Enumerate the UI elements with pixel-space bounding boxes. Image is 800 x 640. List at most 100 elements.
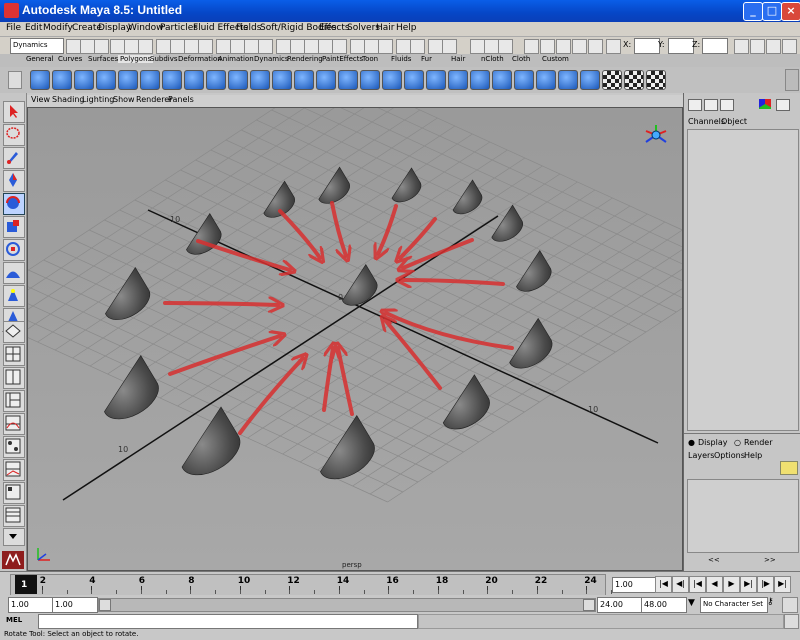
go-to-end-button[interactable]: ▶| — [774, 576, 791, 593]
attribute-editor-icon[interactable] — [470, 39, 485, 54]
select-tool-icon[interactable] — [3, 101, 25, 123]
select-by-name-icon[interactable] — [378, 39, 393, 54]
minimize-button[interactable]: _ — [743, 2, 763, 21]
poly-cone-icon[interactable] — [96, 70, 116, 90]
magnet-icon[interactable] — [410, 39, 425, 54]
snap-grid-icon[interactable] — [216, 39, 231, 54]
bevel-icon[interactable] — [338, 70, 358, 90]
mask-curve-icon[interactable] — [184, 39, 199, 54]
construction-history-icon[interactable] — [396, 39, 411, 54]
layer-nav-prev[interactable]: << — [708, 556, 720, 564]
manipulator-tool-icon[interactable] — [3, 239, 25, 261]
render-radio-dot[interactable]: ○ — [734, 438, 741, 447]
end-time-field[interactable]: 48.00 — [641, 597, 687, 613]
play-backwards-button[interactable]: ◀ — [706, 576, 723, 593]
render-settings-icon[interactable] — [332, 39, 347, 54]
constraint-icon[interactable] — [442, 39, 457, 54]
poly-prism-icon[interactable] — [162, 70, 182, 90]
menu-file[interactable]: File — [6, 23, 21, 33]
poke-icon[interactable] — [514, 70, 534, 90]
uv-cylindrical-icon[interactable] — [580, 70, 600, 90]
panel-menu-lighting[interactable]: Lighting — [82, 95, 114, 104]
mirror-icon[interactable] — [536, 70, 556, 90]
render-frame-icon[interactable] — [524, 39, 539, 54]
start-time-field[interactable]: 1.00 — [8, 597, 54, 613]
shelf-tab-fur[interactable]: Fur — [421, 55, 432, 63]
bridge-icon[interactable] — [382, 70, 402, 90]
select-component-icon[interactable] — [138, 39, 153, 54]
split-icon[interactable] — [426, 70, 446, 90]
poly-pipe-icon[interactable] — [184, 70, 204, 90]
panel-list-icon[interactable] — [776, 99, 790, 111]
poly-cube-icon[interactable] — [52, 70, 72, 90]
insert-loop-icon[interactable] — [448, 70, 468, 90]
range-end-handle[interactable] — [583, 599, 595, 611]
show-channel-icon[interactable] — [766, 39, 781, 54]
time-slider-track[interactable]: 2 4 6 8 10 12 14 16 18 20 22 24 1 — [10, 574, 612, 596]
color-wheel-icon[interactable] — [759, 99, 771, 109]
rename-icon[interactable] — [364, 39, 379, 54]
current-frame-marker[interactable]: 1 — [15, 575, 37, 594]
select-hierarchy-icon[interactable] — [110, 39, 125, 54]
shelf-menu-icon[interactable] — [8, 71, 22, 89]
help-menu[interactable]: Help — [744, 451, 762, 460]
shelf-tab-toon[interactable]: Toon — [362, 55, 378, 63]
current-time-field[interactable]: 1.00 — [612, 577, 656, 593]
layout-outliner-icon[interactable] — [3, 390, 25, 412]
dynamics-icon[interactable] — [428, 39, 443, 54]
tool-settings-icon[interactable] — [484, 39, 499, 54]
shelf-tab-deformation[interactable]: Deformation — [178, 55, 222, 63]
poly-torus-icon[interactable] — [140, 70, 160, 90]
mask-joint-icon[interactable] — [170, 39, 185, 54]
poly-sphere-icon[interactable] — [30, 70, 50, 90]
smooth-icon[interactable] — [316, 70, 336, 90]
render-globals-icon[interactable] — [588, 39, 603, 54]
show-manipulator-icon[interactable] — [3, 285, 25, 307]
soft-mod-tool-icon[interactable] — [3, 262, 25, 284]
show-attribute-icon[interactable] — [734, 39, 749, 54]
shelf-tab-painteffects[interactable]: PaintEffects — [322, 55, 363, 63]
menu-hair[interactable]: Hair — [376, 23, 394, 33]
render-view-icon[interactable] — [290, 39, 305, 54]
select-object-icon[interactable] — [124, 39, 139, 54]
menu-edit[interactable]: Edit — [25, 23, 42, 33]
shelf-scroll-handle[interactable] — [785, 69, 799, 91]
channel-box-toggle-icon[interactable] — [688, 99, 702, 111]
transform-field-icon[interactable] — [606, 39, 621, 54]
layout-side-icon[interactable] — [3, 367, 25, 389]
panel-menu-shading[interactable]: Shading — [52, 95, 85, 104]
playback-end-field[interactable]: 24.00 — [597, 597, 643, 613]
shelf-tab-curves[interactable]: Curves — [58, 55, 82, 63]
step-forward-frame-button[interactable]: ▶| — [740, 576, 757, 593]
move-tool-icon[interactable] — [3, 170, 25, 192]
layout-menu-icon[interactable] — [3, 528, 25, 546]
layout-render-icon[interactable] — [3, 482, 25, 504]
show-layer-icon[interactable] — [782, 39, 797, 54]
wedge-icon[interactable] — [492, 70, 512, 90]
append-icon[interactable] — [404, 70, 424, 90]
ipr-render-icon[interactable] — [318, 39, 333, 54]
menu-help[interactable]: Help — [396, 23, 417, 33]
step-back-frame-button[interactable]: |◀ — [689, 576, 706, 593]
display-radio-dot[interactable]: ● — [688, 438, 695, 447]
layout-dopesheet-icon[interactable] — [3, 459, 25, 481]
snap-point-icon[interactable] — [244, 39, 259, 54]
menu-window[interactable]: Window — [128, 23, 164, 33]
shelf-tab-hair[interactable]: Hair — [451, 55, 465, 63]
merge-icon[interactable] — [470, 70, 490, 90]
panel-menu-view[interactable]: View — [31, 95, 50, 104]
go-to-start-button[interactable]: |◀ — [655, 576, 672, 593]
shelf-tab-subdivs[interactable]: Subdivs — [150, 55, 178, 63]
character-set-field[interactable]: No Character Set — [700, 597, 768, 613]
command-input[interactable] — [38, 614, 418, 629]
shelf-tab-cloth[interactable]: Cloth — [512, 55, 530, 63]
history-icon[interactable] — [276, 39, 291, 54]
shelf-tab-surfaces[interactable]: Surfaces — [88, 55, 118, 63]
time-slider[interactable]: 2 4 6 8 10 12 14 16 18 20 22 24 1 1.00 |◀ ◀| |◀ ◀ ▶… — [0, 571, 800, 596]
poly-plane-icon[interactable] — [118, 70, 138, 90]
close-button[interactable]: × — [781, 2, 800, 21]
layout-four-icon[interactable] — [3, 344, 25, 366]
character-set-arrow-icon[interactable]: ▼ — [688, 598, 695, 608]
object-menu[interactable]: Object — [721, 117, 747, 126]
snap-curve-icon[interactable] — [230, 39, 245, 54]
